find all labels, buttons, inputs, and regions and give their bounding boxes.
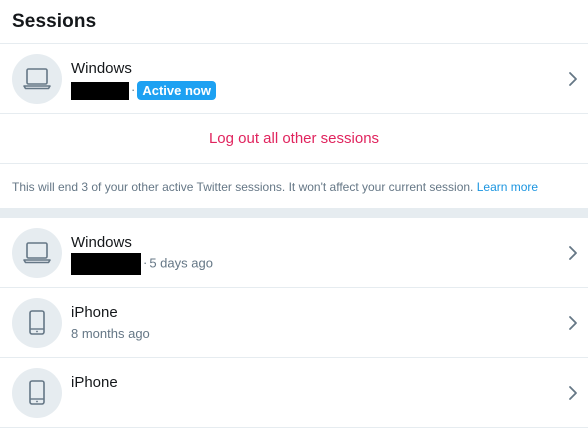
device-name: Windows — [71, 60, 132, 77]
device-avatar — [12, 54, 62, 104]
learn-more-link[interactable]: Learn more — [477, 180, 538, 194]
separator-dot: · — [143, 255, 148, 271]
page-title: Sessions — [12, 11, 97, 32]
logout-all-label: Log out all other sessions — [208, 130, 380, 147]
active-now-badge: Active now — [137, 81, 216, 100]
device-name: iPhone — [71, 374, 118, 391]
device-name: iPhone — [71, 304, 118, 321]
phone-icon — [29, 310, 45, 335]
device-avatar — [12, 228, 62, 278]
laptop-icon — [23, 242, 51, 264]
session-meta: · 5 days ago — [71, 253, 213, 275]
session-row[interactable]: Windows · 5 days ago — [0, 218, 588, 288]
session-meta: · Active now — [71, 81, 216, 100]
chevron-right-icon — [569, 386, 577, 400]
separator-dot: · — [131, 81, 136, 97]
last-active: 8 months ago — [71, 326, 150, 341]
chevron-right-icon — [569, 246, 577, 260]
redacted-location — [71, 253, 141, 275]
chevron-right-icon — [569, 316, 577, 330]
device-avatar — [12, 298, 62, 348]
laptop-icon — [23, 68, 51, 90]
session-row[interactable]: iPhone 8 months ago — [0, 288, 588, 358]
device-avatar — [12, 368, 62, 418]
device-name: Windows — [71, 234, 132, 251]
redacted-location — [71, 81, 129, 100]
session-row[interactable]: iPhone — [0, 358, 588, 428]
section-divider — [0, 208, 588, 218]
last-active: 5 days ago — [149, 255, 213, 271]
phone-icon — [29, 380, 45, 405]
sessions-note: This will end 3 of your other active Twi… — [12, 180, 538, 194]
current-session-row[interactable]: Windows · Active now — [0, 44, 588, 114]
logout-all-button[interactable]: Log out all other sessions — [0, 114, 588, 164]
chevron-right-icon — [569, 72, 577, 86]
note-text: This will end 3 of your other active Twi… — [12, 180, 474, 194]
page-header: Sessions — [0, 0, 588, 44]
